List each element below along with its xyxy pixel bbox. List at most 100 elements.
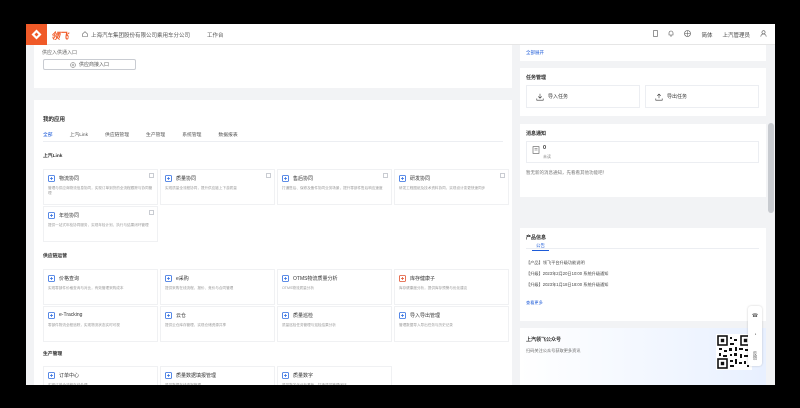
message-empty-text: 暂无新的消息通知，先看看其他功能吧！	[526, 170, 607, 175]
app-tile-name: 导入导出管理	[410, 313, 441, 319]
breadcrumb[interactable]: 上海汽车集团股份有限公司乘用车分公司	[82, 31, 190, 39]
scrollbar-thumb[interactable]	[768, 123, 774, 213]
app-tile-name: 云仓	[176, 313, 187, 319]
app-icon	[165, 372, 172, 379]
app-icon	[165, 312, 172, 319]
app-tile[interactable]: 物流协同 管理与供应商物流信息协同，实现订单到货的全流程跟踪与协同管理	[43, 169, 158, 205]
app-tile[interactable]: 质量数据填报管理质量数据在线填报管理	[160, 366, 275, 385]
app-icon	[165, 275, 172, 282]
download-icon	[536, 93, 544, 100]
tile-action-icon[interactable]	[149, 173, 154, 178]
app-tile[interactable]: 价格查询实现零部件价格查询与对比，有效管理采购成本	[43, 269, 158, 305]
import-task-label: 导入任务	[548, 94, 569, 100]
wechat-card: 上汽领飞公众号 扫码关注公众号获取更多资讯	[520, 328, 766, 385]
floating-toolbar: ☎ ◔ 反馈	[748, 306, 762, 366]
task-card: 任务管理 导入任务 导出任务	[520, 68, 766, 116]
phone-icon[interactable]: ☎	[752, 313, 758, 319]
feedback-button[interactable]: 反馈	[752, 351, 758, 360]
tile-action-icon[interactable]	[149, 210, 154, 215]
section-title-ops: 供应链运营	[43, 254, 67, 259]
workbench-title[interactable]: 工作台	[207, 31, 224, 39]
notice-item[interactable]: 【升级】2023年2月20日10:00 系统升级通知	[526, 271, 608, 277]
app-icon	[282, 275, 289, 282]
upload-icon	[655, 93, 663, 100]
plus-circle-icon	[70, 61, 76, 68]
tile-action-icon[interactable]	[500, 173, 505, 178]
app-tile[interactable]: OTMS物流质量分析 OTMS物流质量分析	[277, 269, 392, 305]
app-icon	[48, 312, 55, 319]
app-tile[interactable]: e-Tracking 零部件物流全程追踪，实现物流状态实时可视	[43, 306, 158, 342]
export-task-button[interactable]: 导出任务	[645, 85, 759, 108]
tabs-divider	[43, 141, 503, 142]
app-tile[interactable]: e采购 提供采购在线流程、报价、竞价与合同管理	[160, 269, 275, 305]
language-label[interactable]: 简体	[701, 31, 712, 39]
app-tile[interactable]: 库存健康子 库存健康度分析，提供库存预警与优化建议	[394, 269, 509, 305]
app-tile-name: 订单中心	[59, 373, 80, 379]
wechat-title: 上汽领飞公众号	[526, 337, 562, 343]
view-more-link[interactable]: 查看更多	[526, 300, 543, 306]
company-name: 上海汽车集团股份有限公司乘用车分公司	[91, 33, 191, 39]
app-tile-name: 价格查询	[59, 276, 80, 282]
app-tile-desc: 研发工程图纸及技术资料协同，实现设计变更快速同步	[399, 186, 486, 190]
app-icon	[399, 275, 406, 282]
notice-item[interactable]: 【产品】领飞平台升级功能说明	[526, 260, 585, 266]
tile-action-icon[interactable]	[383, 173, 388, 178]
app-tile-desc: 提供采购在线流程、报价、竞价与合同管理	[165, 286, 234, 290]
app-tile[interactable]: 导入导出管理管理数据导入导出任务与历史记录	[394, 306, 509, 342]
app-tile-desc: 质量数据在线填报管理	[165, 383, 201, 385]
app-tile-desc: 提供一站式年检协同服务，实现年检计划、执行与结果闭环管理	[48, 223, 149, 227]
app-tile[interactable]: 售后协同 打通售后、保修及备件协同业务场景，提升零部件售后响应速度	[277, 169, 392, 205]
unread-box[interactable]: 0 未读	[526, 141, 759, 163]
unread-label: 未读	[543, 154, 551, 159]
brand-name: 领飞	[51, 31, 69, 41]
page-scrollbar[interactable]	[767, 45, 775, 385]
app-tile-name: 质量数据填报管理	[176, 373, 217, 379]
app-tile[interactable]: 订单中心实现订单全流程在线处理	[43, 366, 158, 385]
import-task-button[interactable]: 导入任务	[526, 85, 640, 108]
app-tile-desc: 实现质量全流程协同，提升供应链上下游质量	[165, 186, 237, 190]
tile-action-icon[interactable]	[266, 173, 271, 178]
user-icon[interactable]	[760, 30, 767, 39]
chat-icon[interactable]: ◔	[753, 332, 756, 338]
user-name[interactable]: 上汽管理员	[722, 31, 750, 39]
message-title: 消息通知	[526, 131, 547, 137]
app-tile-desc: 实现零部件价格查询与对比，有效管理采购成本	[48, 286, 124, 290]
bell-icon[interactable]	[668, 30, 674, 39]
app-tile[interactable]: 研发协同 研发工程图纸及技术资料协同，实现设计变更快速同步	[394, 169, 509, 205]
app-tile[interactable]: 质量协同实现质量全流程协同，提升供应链上下游质量	[160, 169, 275, 205]
globe-icon[interactable]	[684, 30, 692, 39]
app-tile-desc: 质量数字化分析看板，打造质量管理闭环	[282, 383, 347, 385]
right-column: 全部展开 任务管理 导入任务 导出任务 消息通知 0 未读 暂无新的消息通知，先…	[520, 45, 766, 385]
entry-hint: 供应入供通入口	[42, 50, 78, 56]
supplier-entry-button[interactable]: 供应商接入口	[43, 59, 136, 70]
left-column: 供应入供通入口 供应商接入口 我的应用 全部 上汽Link 供应链管理 生产管理…	[34, 45, 512, 385]
app-logo-icon[interactable]	[26, 24, 47, 45]
app-tile-desc: 实现订单全流程在线处理	[48, 383, 88, 385]
app-icon	[399, 312, 406, 319]
app-icon	[282, 312, 289, 319]
app-tile-desc: 提供云仓库存管理，实现仓储资源共享	[165, 323, 227, 327]
app-tile[interactable]: 质量数字 质量数字化分析看板，打造质量管理闭环	[277, 366, 392, 385]
section-title-prod: 生产管理	[43, 352, 63, 357]
notice-item[interactable]: 【升级】2023年1月18日18:00 系统升级通知	[526, 282, 608, 288]
app-tile[interactable]: 质量巡检 质量巡检任务管理与巡检结果分析	[277, 306, 392, 342]
app-tile[interactable]: 云仓提供云仓库存管理，实现仓储资源共享	[160, 306, 275, 342]
my-apps-title: 我的应用	[43, 117, 66, 123]
app-tile-desc: OTMS物流质量分析	[282, 286, 314, 290]
top-summary-card: 全部展开	[520, 45, 766, 61]
mobile-icon[interactable]	[653, 30, 659, 39]
message-card: 消息通知 0 未读 暂无新的消息通知，先看看其他功能吧！	[520, 124, 766, 197]
app-tile-desc: 零部件物流全程追踪，实现物流状态实时可视	[48, 323, 120, 327]
app-tile-name: 质量协同	[176, 176, 197, 182]
app-icon	[48, 212, 55, 219]
app-tile[interactable]: 年检协同 提供一站式年检协同服务，实现年检计划、执行与结果闭环管理	[43, 206, 158, 242]
app-tile-desc: 打通售后、保修及备件协同业务场景，提升零部件售后响应速度	[282, 186, 383, 190]
app-tile-desc: 管理数据导入导出任务与历史记录	[399, 323, 453, 327]
app-tile-name: 库存健康子	[410, 276, 436, 282]
tab-announcement[interactable]: 公告	[532, 243, 549, 251]
expand-all-link[interactable]: 全部展开	[526, 50, 544, 56]
product-info-card: 产品信息 公告 【产品】领飞平台升级功能说明 【升级】2023年2月20日10:…	[520, 228, 766, 321]
app-tile-desc: 质量巡检任务管理与巡检结果分析	[282, 323, 336, 327]
app-icon	[165, 175, 172, 182]
app-icon	[48, 372, 55, 379]
